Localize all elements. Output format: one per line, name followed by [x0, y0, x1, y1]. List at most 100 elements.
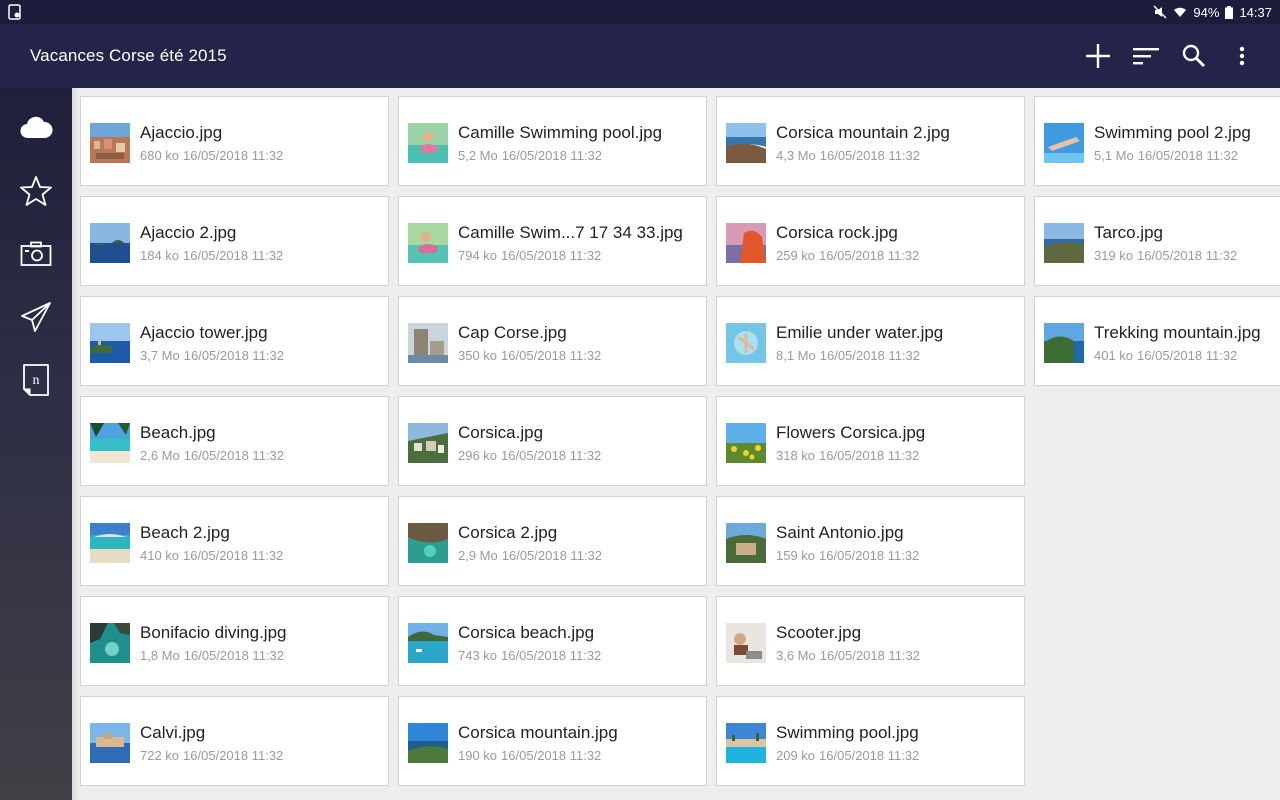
note-icon-glyph: n	[33, 373, 40, 388]
file-date: 16/05/2018 11:32	[183, 648, 284, 663]
file-card[interactable]: Camille Swim...7 17 34 33.jpg 794 ko 16/0…	[398, 196, 707, 286]
file-size: 3,6 Mo	[776, 648, 816, 663]
file-meta: 350 ko 16/05/2018 11:32	[458, 348, 601, 363]
plus-icon	[1086, 44, 1110, 68]
file-card[interactable]: Cap Corse.jpg 350 ko 16/05/2018 11:32	[398, 296, 707, 386]
file-card[interactable]: Trekking mountain.jpg 401 ko 16/05/2018 1…	[1034, 296, 1280, 386]
file-meta: 1,8 Mo 16/05/2018 11:32	[140, 648, 284, 663]
app-bar: Vacances Corse été 2015	[0, 24, 1280, 88]
image-thumbnail	[90, 723, 130, 763]
sort-button[interactable]	[1122, 32, 1170, 80]
file-date: 16/05/2018 11:32	[819, 348, 920, 363]
file-card[interactable]: Calvi.jpg 722 ko 16/05/2018 11:32	[80, 696, 389, 786]
cloud-icon	[20, 116, 53, 139]
mute-icon	[1153, 5, 1167, 19]
paper-plane-icon	[21, 302, 51, 332]
camera-icon	[20, 241, 52, 266]
file-size: 319 ko	[1094, 248, 1134, 263]
file-card[interactable]: Scooter.jpg 3,6 Mo 16/05/2018 11:32	[716, 596, 1025, 686]
file-card[interactable]: Flowers Corsica.jpg 318 ko 16/05/2018 11:…	[716, 396, 1025, 486]
rail-item-notes[interactable]: n	[12, 356, 60, 404]
rail-item-favorites[interactable]	[12, 167, 60, 215]
note-icon: n	[23, 364, 49, 396]
file-name: Camille Swim...7 17 34 33.jpg	[458, 223, 683, 242]
overflow-menu-button[interactable]	[1218, 32, 1266, 80]
file-card[interactable]: Swimming pool.jpg 209 ko 16/05/2018 11:32	[716, 696, 1025, 786]
navigation-rail: n	[0, 88, 72, 800]
file-meta: 296 ko 16/05/2018 11:32	[458, 448, 601, 463]
file-date: 16/05/2018 11:32	[183, 248, 284, 263]
file-card[interactable]: Tarco.jpg 319 ko 16/05/2018 11:32	[1034, 196, 1280, 286]
image-thumbnail	[90, 423, 130, 463]
file-grid: Ajaccio.jpg 680 ko 16/05/2018 11:32 Ajacc…	[72, 88, 1280, 800]
file-meta: 8,1 Mo 16/05/2018 11:32	[776, 348, 920, 363]
file-name: Beach.jpg	[140, 423, 216, 442]
file-size: 3,7 Mo	[140, 348, 180, 363]
file-card[interactable]: Corsica mountain 2.jpg 4,3 Mo 16/05/2018 …	[716, 96, 1025, 186]
file-meta: 722 ko 16/05/2018 11:32	[140, 748, 283, 763]
file-name: Swimming pool.jpg	[776, 723, 919, 742]
file-name: Corsica mountain.jpg	[458, 723, 618, 742]
file-card[interactable]: Corsica rock.jpg 259 ko 16/05/2018 11:32	[716, 196, 1025, 286]
file-meta: 743 ko 16/05/2018 11:32	[458, 648, 601, 663]
search-button[interactable]	[1170, 32, 1218, 80]
file-meta: 190 ko 16/05/2018 11:32	[458, 748, 601, 763]
file-meta: 410 ko 16/05/2018 11:32	[140, 548, 283, 563]
file-meta: 318 ko 16/05/2018 11:32	[776, 448, 919, 463]
file-size: 2,6 Mo	[140, 448, 180, 463]
file-card[interactable]: Saint Antonio.jpg 159 ko 16/05/2018 11:32	[716, 496, 1025, 586]
file-size: 5,1 Mo	[1094, 148, 1134, 163]
page-title: Vacances Corse été 2015	[30, 46, 227, 65]
file-name: Beach 2.jpg	[140, 523, 230, 542]
file-card[interactable]: Corsica beach.jpg 743 ko 16/05/2018 11:32	[398, 596, 707, 686]
file-size: 794 ko	[458, 248, 498, 263]
file-name: Saint Antonio.jpg	[776, 523, 904, 542]
add-button[interactable]	[1074, 32, 1122, 80]
file-date: 16/05/2018 11:32	[183, 548, 284, 563]
file-name: Calvi.jpg	[140, 723, 206, 742]
wifi-icon	[1174, 7, 1187, 17]
file-card[interactable]: Emilie under water.jpg 8,1 Mo 16/05/2018 …	[716, 296, 1025, 386]
file-card[interactable]: Ajaccio.jpg 680 ko 16/05/2018 11:32	[80, 96, 389, 186]
file-card[interactable]: Swimming pool 2.jpg 5,1 Mo 16/05/2018 11:…	[1034, 96, 1280, 186]
file-date: 16/05/2018 11:32	[183, 448, 284, 463]
file-date: 16/05/2018 11:32	[819, 148, 920, 163]
file-name: Trekking mountain.jpg	[1094, 323, 1261, 342]
file-card[interactable]: Camille Swimming pool.jpg 5,2 Mo 16/05/20…	[398, 96, 707, 186]
file-name: Tarco.jpg	[1094, 223, 1163, 242]
star-icon	[20, 176, 52, 206]
file-meta: 794 ko 16/05/2018 11:32	[458, 248, 601, 263]
image-thumbnail	[90, 623, 130, 663]
image-thumbnail	[726, 223, 766, 263]
image-thumbnail	[408, 723, 448, 763]
battery-icon	[1225, 5, 1234, 19]
screenshot-notification-icon	[8, 4, 21, 20]
rail-item-send[interactable]	[12, 293, 60, 341]
file-meta: 2,9 Mo 16/05/2018 11:32	[458, 548, 602, 563]
file-date: 16/05/2018 11:32	[183, 748, 284, 763]
file-size: 410 ko	[140, 548, 180, 563]
file-size: 2,9 Mo	[458, 548, 498, 563]
file-card[interactable]: Corsica mountain.jpg 190 ko 16/05/2018 11…	[398, 696, 707, 786]
file-card[interactable]: Corsica 2.jpg 2,9 Mo 16/05/2018 11:32	[398, 496, 707, 586]
image-thumbnail	[408, 523, 448, 563]
file-card[interactable]: Ajaccio tower.jpg 3,7 Mo 16/05/2018 11:32	[80, 296, 389, 386]
file-date: 16/05/2018 11:32	[1137, 148, 1238, 163]
file-date: 16/05/2018 11:32	[501, 748, 602, 763]
image-thumbnail	[408, 123, 448, 163]
image-thumbnail	[726, 523, 766, 563]
file-card[interactable]: Ajaccio 2.jpg 184 ko 16/05/2018 11:32	[80, 196, 389, 286]
file-date: 16/05/2018 11:32	[501, 248, 602, 263]
file-date: 16/05/2018 11:32	[819, 748, 920, 763]
image-thumbnail	[90, 223, 130, 263]
file-meta: 184 ko 16/05/2018 11:32	[140, 248, 283, 263]
rail-item-cloud[interactable]	[12, 104, 60, 152]
file-name: Scooter.jpg	[776, 623, 862, 642]
file-size: 4,3 Mo	[776, 148, 816, 163]
file-card[interactable]: Bonifacio diving.jpg 1,8 Mo 16/05/2018 11…	[80, 596, 389, 686]
file-card[interactable]: Beach.jpg 2,6 Mo 16/05/2018 11:32	[80, 396, 389, 486]
rail-item-photos[interactable]	[12, 230, 60, 278]
file-card[interactable]: Corsica.jpg 296 ko 16/05/2018 11:32	[398, 396, 707, 486]
file-date: 16/05/2018 11:32	[501, 648, 602, 663]
file-card[interactable]: Beach 2.jpg 410 ko 16/05/2018 11:32	[80, 496, 389, 586]
